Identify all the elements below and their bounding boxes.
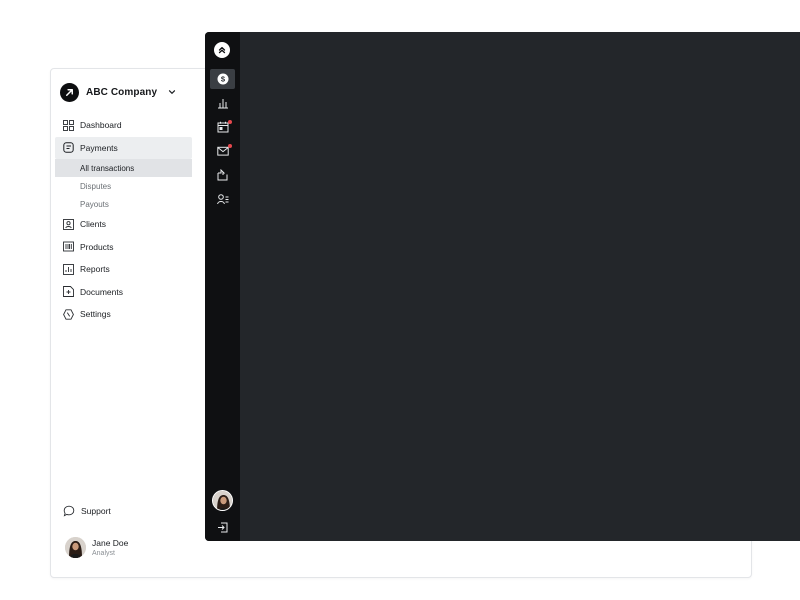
support-label: Support: [81, 506, 111, 516]
mail-icon: [216, 146, 229, 156]
company-name: ABC Company: [86, 86, 158, 98]
logout-button[interactable]: [210, 518, 235, 536]
icon-rail: $: [205, 32, 240, 541]
products-icon: [63, 241, 74, 252]
sidebar-item-payments[interactable]: Payments: [55, 136, 192, 159]
support-link[interactable]: Support: [63, 505, 111, 517]
sidebar-item-label: Reports: [80, 264, 110, 275]
sidebar-item-documents[interactable]: Documents: [55, 281, 192, 304]
main-content-area: [240, 32, 800, 541]
calendar-icon: [217, 121, 228, 133]
avatar: [65, 537, 86, 558]
rail-calendar-button[interactable]: [210, 117, 235, 137]
rail-mail-button[interactable]: [210, 141, 235, 161]
sidebar-item-clients[interactable]: Clients: [55, 213, 192, 236]
sidebar-item-reports[interactable]: Reports: [55, 258, 192, 281]
settings-icon: [63, 309, 74, 320]
sidebar-item-label: Settings: [80, 309, 111, 320]
company-logo-icon: [60, 82, 79, 102]
payments-icon: $: [217, 73, 228, 85]
users-icon: [216, 194, 228, 205]
sidebar-item-label: Clients: [80, 219, 106, 230]
notification-dot: [228, 120, 232, 124]
sidebar-subitem-disputes[interactable]: Disputes: [55, 177, 192, 195]
documents-icon: [217, 169, 227, 181]
documents-icon: [63, 286, 74, 298]
rail-avatar[interactable]: [212, 490, 233, 511]
rail-payments-button[interactable]: $: [210, 69, 235, 89]
chart-icon: [217, 99, 228, 109]
rail-analytics-button[interactable]: [210, 93, 235, 113]
user-role: Analyst: [92, 550, 115, 557]
dark-app-panel: $: [205, 32, 800, 541]
app-logo-icon[interactable]: [214, 42, 230, 58]
sidebar-subitem-payouts[interactable]: Payouts: [55, 195, 192, 213]
sidebar-item-label: Dashboard: [80, 120, 122, 131]
logout-icon: [218, 522, 228, 532]
sidebar-item-label: Products: [80, 241, 114, 252]
user-profile[interactable]: Jane Doe Analyst: [65, 537, 128, 558]
clients-icon: [63, 218, 74, 230]
reports-icon: [63, 263, 74, 275]
notification-dot: [228, 144, 232, 148]
payments-icon: [63, 142, 74, 153]
sidebar-subitem-all-transactions[interactable]: All transactions: [55, 159, 192, 177]
rail-users-button[interactable]: [210, 189, 235, 209]
sidebar-item-products[interactable]: Products: [55, 236, 192, 259]
sidebar-item-settings[interactable]: Settings: [55, 303, 192, 326]
sidebar-item-label: Documents: [80, 286, 123, 297]
company-switcher[interactable]: ABC Company: [60, 82, 177, 102]
chevron-down-icon: [169, 90, 176, 95]
chat-bubble-icon: [63, 505, 75, 517]
sidebar-item-label: Payments: [80, 142, 118, 153]
dashboard-icon: [63, 119, 74, 131]
user-name: Jane Doe: [92, 538, 129, 548]
sidebar-nav: Dashboard Payments All transactions Disp…: [55, 114, 192, 326]
rail-documents-button[interactable]: [210, 165, 235, 185]
sidebar-item-dashboard[interactable]: Dashboard: [55, 114, 192, 137]
